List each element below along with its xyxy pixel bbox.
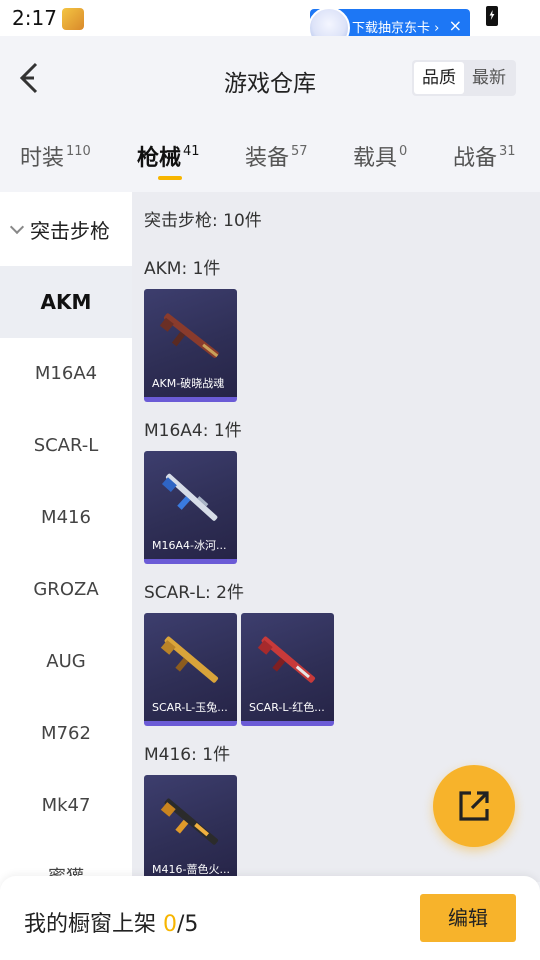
tab-count: 31 — [499, 144, 516, 159]
edit-button[interactable]: 编辑 — [420, 894, 516, 942]
rifle-icon — [159, 313, 219, 358]
sort-latest-option[interactable]: 最新 — [464, 62, 514, 94]
status-time: 2:17 — [12, 6, 57, 30]
skin-card-scar-l-2[interactable]: SCAR-L-红色... — [241, 613, 334, 726]
external-link-icon — [459, 791, 489, 821]
sidebar-item-m762[interactable]: M762 — [0, 698, 132, 770]
tab-supplies[interactable]: 战备 31 — [453, 140, 516, 172]
sidebar-item-scar-l[interactable]: SCAR-L — [0, 410, 132, 482]
sidebar-item-mk47[interactable]: Mk47 — [0, 770, 132, 842]
tab-label: 枪械 — [137, 146, 182, 171]
skin-card-scar-l-1[interactable]: SCAR-L-玉兔... — [144, 613, 237, 726]
rifle-icon — [160, 636, 219, 683]
sidebar-item-m16a4[interactable]: M16A4 — [0, 338, 132, 410]
section-title-scar-l: SCAR-L: 2件 — [144, 583, 244, 603]
skin-card-label: M416-蔷色火... — [152, 863, 230, 876]
battery-icon — [486, 6, 498, 26]
tab-count: 41 — [183, 144, 200, 159]
bottom-bar: 我的橱窗上架 0/5 编辑 — [0, 876, 540, 960]
skin-card-m16a4[interactable]: M16A4-冰河... — [144, 451, 237, 564]
skin-card-label: SCAR-L-红色... — [249, 701, 325, 714]
sidebar-group-assault-rifles[interactable]: 突击步枪 — [0, 192, 132, 266]
tab-guns[interactable]: 枪械 41 — [137, 140, 200, 172]
shelf-count: 0 — [163, 912, 177, 937]
tab-count: 110 — [66, 144, 91, 159]
sort-toggle: 品质 最新 — [412, 60, 516, 96]
category-tabs: 时装 110 枪械 41 装备 57 载具 0 战备 31 — [0, 120, 540, 192]
skin-card-label: AKM-破晓战魂 — [152, 377, 225, 390]
ad-text: 下载抽京东卡 › — [352, 21, 440, 36]
skin-card-label: M16A4-冰河... — [152, 539, 227, 552]
weapon-sidebar: 突击步枪 AKM M16A4 SCAR-L M416 GROZA AUG M76… — [0, 192, 132, 960]
skin-card-akm[interactable]: AKM-破晓战魂 — [144, 289, 237, 402]
category-summary: 突击步枪: 10件 — [144, 211, 262, 231]
header: 游戏仓库 品质 最新 — [0, 36, 540, 120]
active-tab-indicator — [158, 176, 182, 180]
share-fab-button[interactable] — [433, 765, 515, 847]
section-title-akm: AKM: 1件 — [144, 259, 221, 279]
tab-label: 装备 — [245, 146, 290, 171]
skin-card-m416[interactable]: M416-蔷色火... — [144, 775, 237, 882]
app-notification-icon — [62, 8, 84, 30]
close-icon[interactable]: × — [449, 16, 462, 35]
chevron-down-icon — [9, 219, 25, 235]
shelf-total: /5 — [177, 912, 199, 937]
sort-quality-option[interactable]: 品质 — [414, 62, 464, 94]
shelf-status: 我的橱窗上架 0/5 — [24, 906, 198, 938]
rifle-icon — [257, 636, 316, 683]
tab-fashion[interactable]: 时装 110 — [20, 140, 91, 172]
tab-gear[interactable]: 装备 57 — [245, 140, 308, 172]
sidebar-item-akm[interactable]: AKM — [0, 266, 132, 338]
rifle-icon — [161, 473, 218, 521]
rifle-icon — [160, 798, 219, 845]
skin-card-label: SCAR-L-玉兔... — [152, 701, 228, 714]
sidebar-item-aug[interactable]: AUG — [0, 626, 132, 698]
sidebar-item-m416[interactable]: M416 — [0, 482, 132, 554]
tab-vehicles[interactable]: 载具 0 — [353, 140, 407, 172]
tab-label: 战备 — [453, 146, 498, 171]
tab-label: 载具 — [353, 146, 398, 171]
tab-count: 57 — [291, 144, 308, 159]
section-title-m416: M416: 1件 — [144, 745, 231, 765]
shelf-label: 我的橱窗上架 — [24, 912, 163, 937]
tab-count: 0 — [399, 144, 408, 159]
section-title-m16a4: M16A4: 1件 — [144, 421, 242, 441]
tab-label: 时装 — [20, 146, 65, 171]
sidebar-group-label: 突击步枪 — [30, 218, 110, 243]
sidebar-item-groza[interactable]: GROZA — [0, 554, 132, 626]
